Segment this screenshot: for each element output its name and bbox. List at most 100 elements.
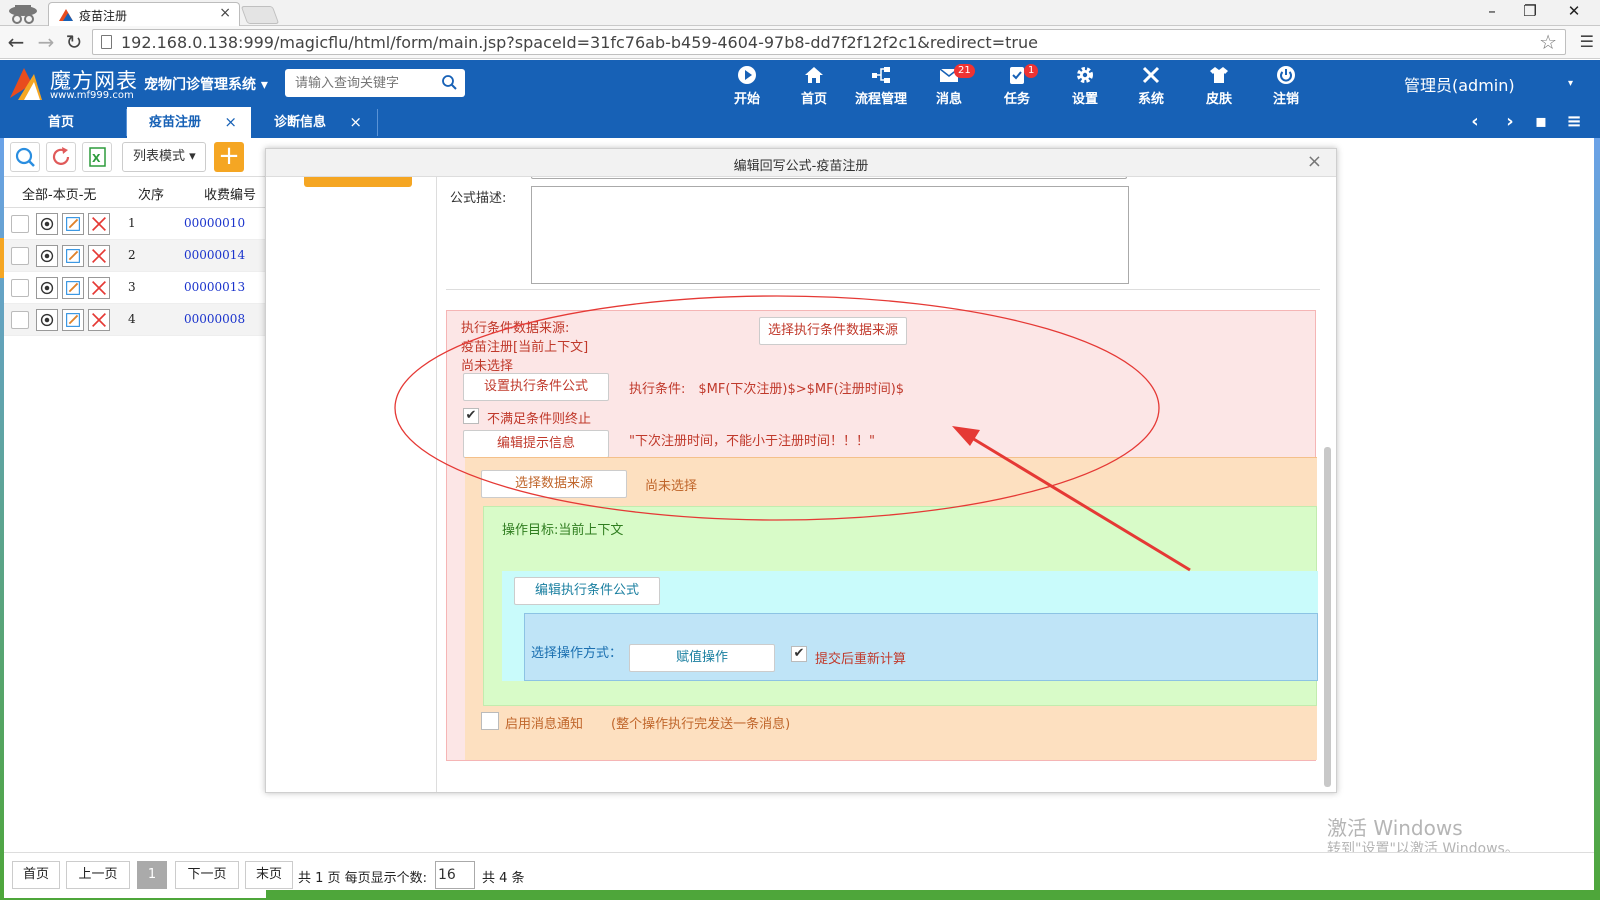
table-row[interactable]: 2 00000014 [4, 240, 266, 272]
tab-diagnosis-info[interactable]: 诊断信息 × [252, 107, 376, 138]
nav-system[interactable]: 系统 [1120, 63, 1182, 107]
nav-skin[interactable]: 皮肤 [1188, 63, 1250, 107]
tab-next-icon[interactable]: › [1499, 111, 1521, 132]
row-code-link[interactable]: 00000014 [184, 248, 245, 262]
edit-icon[interactable] [62, 277, 84, 299]
edit-icon[interactable] [62, 309, 84, 331]
save-icon[interactable]: ▪ [1530, 111, 1552, 132]
delete-icon[interactable] [88, 309, 110, 331]
nav-home[interactable]: 首页 [783, 63, 845, 107]
formula-description-input[interactable] [531, 186, 1129, 284]
view-icon[interactable] [36, 213, 58, 235]
export-excel-button[interactable]: X [82, 142, 112, 172]
side-drawer-handle[interactable] [0, 238, 4, 278]
delete-icon[interactable] [88, 277, 110, 299]
table-row[interactable]: 1 00000010 [4, 208, 266, 240]
browser-tab[interactable]: 疫苗注册 × [48, 2, 240, 26]
row-code-link[interactable]: 00000013 [184, 280, 245, 294]
row-checkbox[interactable] [11, 247, 29, 265]
nav-skin-label: 皮肤 [1205, 92, 1232, 107]
nav-settings[interactable]: 设置 [1054, 63, 1116, 107]
new-tab-button[interactable] [240, 6, 280, 24]
recalc-checkbox[interactable]: ✔ [791, 646, 807, 662]
tab-prev-icon[interactable]: ‹ [1464, 111, 1486, 132]
row-checkbox[interactable] [11, 279, 29, 297]
set-condition-formula-button[interactable]: 设置执行条件公式 [463, 373, 609, 401]
condition-source-label: 执行条件数据来源: [461, 321, 570, 336]
restore-button[interactable]: ❐ [1518, 2, 1542, 20]
view-icon[interactable] [36, 245, 58, 267]
edit-exec-formula-button[interactable]: 编辑执行条件公式 [514, 577, 660, 605]
tab-menu-icon[interactable]: ≡ [1563, 111, 1585, 132]
window-close-button[interactable]: ✕ [1562, 2, 1586, 20]
select-all-page-none[interactable]: 全部-本页-无 [22, 184, 96, 203]
tab-vaccine-registration[interactable]: 疫苗注册 × [127, 107, 251, 138]
delete-icon[interactable] [88, 245, 110, 267]
nav-system-label: 系统 [1137, 92, 1164, 107]
current-page-button[interactable]: 1 [137, 861, 167, 889]
side-action-button[interactable] [304, 177, 412, 187]
first-page-button[interactable]: 首页 [12, 861, 60, 889]
logo-icon [10, 68, 42, 100]
tab-home[interactable]: 首页 [26, 107, 126, 138]
view-icon[interactable] [36, 309, 58, 331]
nav-flow[interactable]: 流程管理 [850, 63, 912, 107]
reload-button[interactable]: ↻ [62, 30, 86, 54]
select-condition-source-button[interactable]: 选择执行条件数据来源 [759, 317, 907, 345]
search-button[interactable] [10, 142, 40, 172]
refresh-button[interactable] [46, 142, 76, 172]
search-icon[interactable] [441, 74, 457, 90]
edit-icon[interactable] [62, 245, 84, 267]
bookmark-star-icon[interactable]: ☆ [1539, 30, 1557, 54]
url-field[interactable]: 192.168.0.138:999/magicflu/html/form/mai… [92, 29, 1566, 55]
next-page-button[interactable]: 下一页 [175, 861, 239, 889]
notify-checkbox[interactable] [481, 712, 499, 730]
nav-logout[interactable]: 注销 [1255, 63, 1317, 107]
back-button[interactable]: ← [4, 30, 28, 54]
nav-start[interactable]: 开始 [716, 63, 778, 107]
delete-icon[interactable] [88, 213, 110, 235]
nav-messages[interactable]: 21 消息 [918, 63, 980, 107]
tab-close-icon[interactable]: × [224, 107, 237, 138]
user-menu[interactable]: 管理员(admin) [1404, 72, 1515, 96]
edit-tip-button[interactable]: 编辑提示信息 [463, 430, 609, 458]
row-code-link[interactable]: 00000010 [184, 216, 245, 230]
column-header-seq[interactable]: 次序 [138, 184, 164, 203]
nav-tasks[interactable]: 1 任务 [986, 63, 1048, 107]
row-checkbox[interactable] [11, 215, 29, 233]
chevron-down-icon[interactable]: ▾ [1568, 78, 1573, 89]
search-icon [15, 147, 35, 167]
minimize-button[interactable]: – [1480, 2, 1504, 20]
last-page-button[interactable]: 末页 [245, 861, 293, 889]
table-row[interactable]: 4 00000008 [4, 304, 266, 336]
recalc-label: 提交后重新计算 [815, 652, 907, 667]
add-record-button[interactable]: + [214, 142, 244, 172]
grid-header: 全部-本页-无 次序 收费编号 [4, 176, 266, 208]
list-mode-dropdown[interactable]: 列表模式 ▾ [122, 142, 206, 172]
tab-vaccine-label: 疫苗注册 [149, 115, 202, 130]
power-icon [1277, 66, 1295, 84]
table-row[interactable]: 3 00000013 [4, 272, 266, 304]
browser-menu-icon[interactable]: ☰ [1580, 32, 1594, 51]
assign-operation-button[interactable]: 赋值操作 [629, 644, 775, 672]
divider [436, 177, 437, 792]
prev-page-button[interactable]: 上一页 [66, 861, 130, 889]
close-icon[interactable]: × [1307, 151, 1322, 172]
select-data-source-button[interactable]: 选择数据来源 [481, 470, 627, 498]
divider [446, 289, 1320, 290]
stop-if-unsatisfied-checkbox[interactable]: ✔ [463, 408, 479, 424]
forward-button[interactable]: → [34, 30, 58, 54]
vertical-scrollbar[interactable] [1324, 447, 1331, 787]
browser-tab-close-icon[interactable]: × [219, 5, 231, 21]
gear-icon [1077, 67, 1093, 83]
svg-text:X: X [92, 152, 101, 165]
row-checkbox[interactable] [11, 311, 29, 329]
view-icon[interactable] [36, 277, 58, 299]
page-size-input[interactable]: 16 [435, 861, 475, 889]
tab-close-icon[interactable]: × [349, 107, 362, 138]
column-header-code[interactable]: 收费编号 [204, 184, 256, 203]
row-code-link[interactable]: 00000008 [184, 312, 245, 326]
system-name-dropdown[interactable]: 宠物门诊管理系统 ▾ [144, 74, 268, 94]
search-input[interactable] [293, 74, 433, 91]
edit-icon[interactable] [62, 213, 84, 235]
